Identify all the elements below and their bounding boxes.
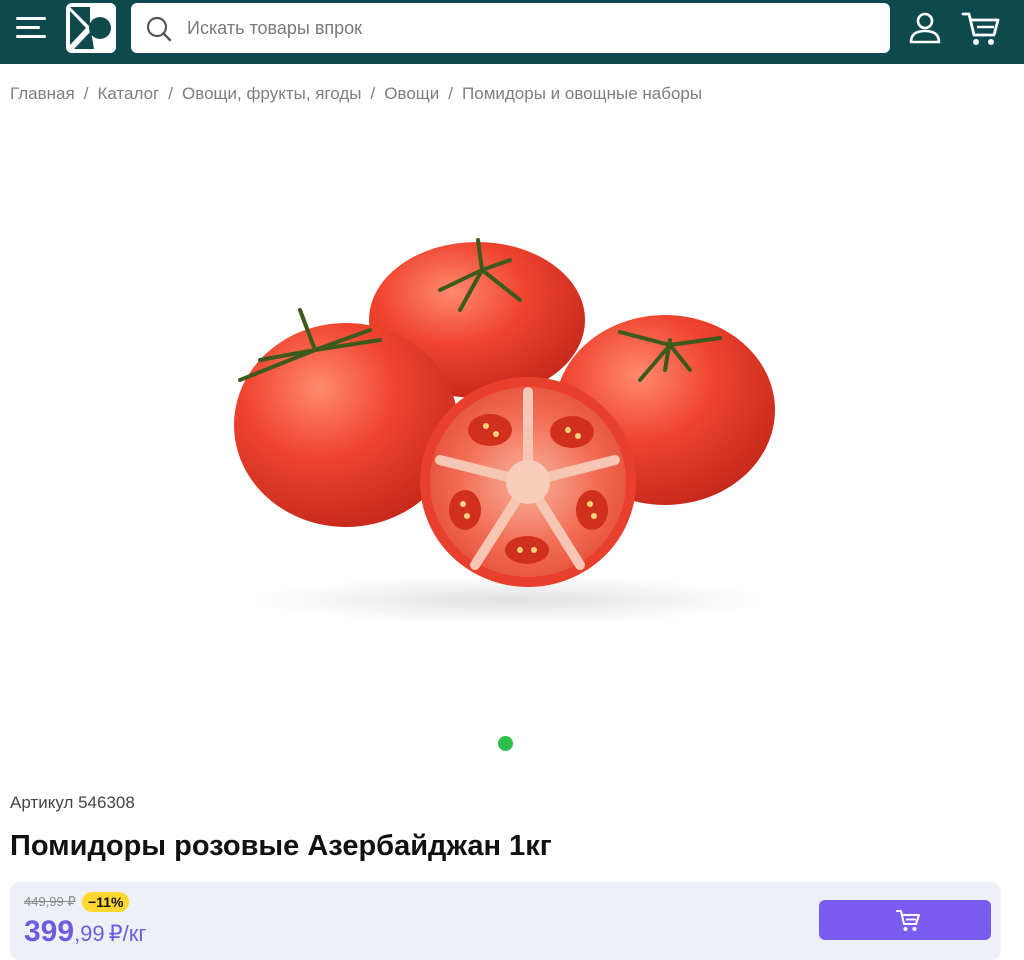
breadcrumb-separator: / <box>448 84 454 103</box>
breadcrumb: Главная / Каталог / Овощи, фрукты, ягоды / Ово… <box>10 84 702 104</box>
menu-button[interactable] <box>14 14 48 42</box>
cart-button[interactable] <box>960 8 1002 48</box>
discount-badge: −11% <box>82 892 130 912</box>
price-integer: 399 <box>24 915 75 948</box>
menu-icon-line <box>16 17 46 20</box>
user-icon <box>909 12 941 44</box>
header <box>0 0 1024 64</box>
breadcrumb-item-vegetables-fruits-berries[interactable]: Овощи, фрукты, ягоды <box>182 84 362 103</box>
breadcrumb-item-home[interactable]: Главная <box>10 84 75 103</box>
product-title: Помидоры розовые Азербайджан 1кг <box>10 830 552 862</box>
logo[interactable] <box>66 3 116 53</box>
search-icon[interactable] <box>145 15 173 43</box>
product-sku: Артикул 546308 <box>10 793 135 812</box>
breadcrumb-separator: / <box>83 84 89 103</box>
logo-icon <box>66 3 116 53</box>
product-image[interactable] <box>220 220 790 630</box>
breadcrumb-item-catalog[interactable]: Каталог <box>97 84 159 103</box>
cart-icon <box>961 12 1000 45</box>
cart-icon <box>896 910 920 931</box>
price-box: 449,99 ₽ −11% 399,99 ₽/кг <box>10 882 1001 960</box>
current-price: 399,99 ₽/кг <box>24 915 146 949</box>
gallery-dot-active[interactable] <box>498 736 513 751</box>
old-price: 449,99 ₽ <box>24 894 76 909</box>
breadcrumb-item-tomatoes[interactable]: Помидоры и овощные наборы <box>462 84 702 103</box>
user-button[interactable] <box>906 10 944 46</box>
menu-icon-line <box>16 35 46 38</box>
search-input[interactable] <box>187 3 877 53</box>
breadcrumb-item-vegetables[interactable]: Овощи <box>384 84 439 103</box>
price-unit: ₽/кг <box>108 921 147 946</box>
breadcrumb-separator: / <box>370 84 376 103</box>
search-bar <box>131 3 890 53</box>
price-fraction: ,99 <box>74 921 105 946</box>
breadcrumb-separator: / <box>168 84 173 103</box>
menu-icon-line <box>16 26 40 29</box>
add-to-cart-button[interactable] <box>819 900 991 940</box>
tomatoes-image <box>234 238 775 624</box>
